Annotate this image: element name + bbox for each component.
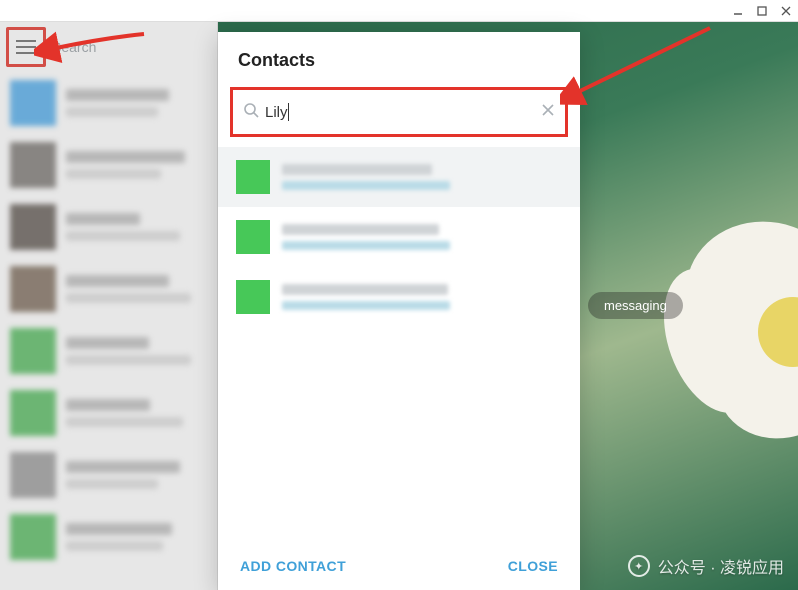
status-pill: messaging [588,292,683,319]
search-highlight-box: Lily [230,87,568,137]
contact-result-item[interactable] [218,207,580,267]
window-close-button[interactable] [778,3,794,19]
window-titlebar [0,0,798,22]
contact-avatar [236,280,270,314]
contact-result-item[interactable] [218,267,580,327]
contact-result-item[interactable] [218,147,580,207]
watermark: ✦ 公众号 · 凌锐应用 [628,554,784,578]
contact-avatar [236,220,270,254]
window-minimize-button[interactable] [730,3,746,19]
search-icon [243,102,259,123]
wechat-icon: ✦ [628,555,650,577]
watermark-text: 公众号 · 凌锐应用 [658,554,784,578]
window-maximize-button[interactable] [754,3,770,19]
contacts-dialog: Contacts Lily ADD CONTACT CLOSE [218,32,580,590]
contacts-results [218,147,580,542]
add-contact-button[interactable]: ADD CONTACT [240,558,346,574]
clear-search-icon[interactable] [541,103,555,122]
contact-avatar [236,160,270,194]
modal-backdrop-left [0,22,218,590]
close-button[interactable]: CLOSE [508,558,558,574]
dialog-title: Contacts [218,32,580,81]
text-caret [288,103,289,121]
search-input[interactable]: Lily [265,104,288,121]
